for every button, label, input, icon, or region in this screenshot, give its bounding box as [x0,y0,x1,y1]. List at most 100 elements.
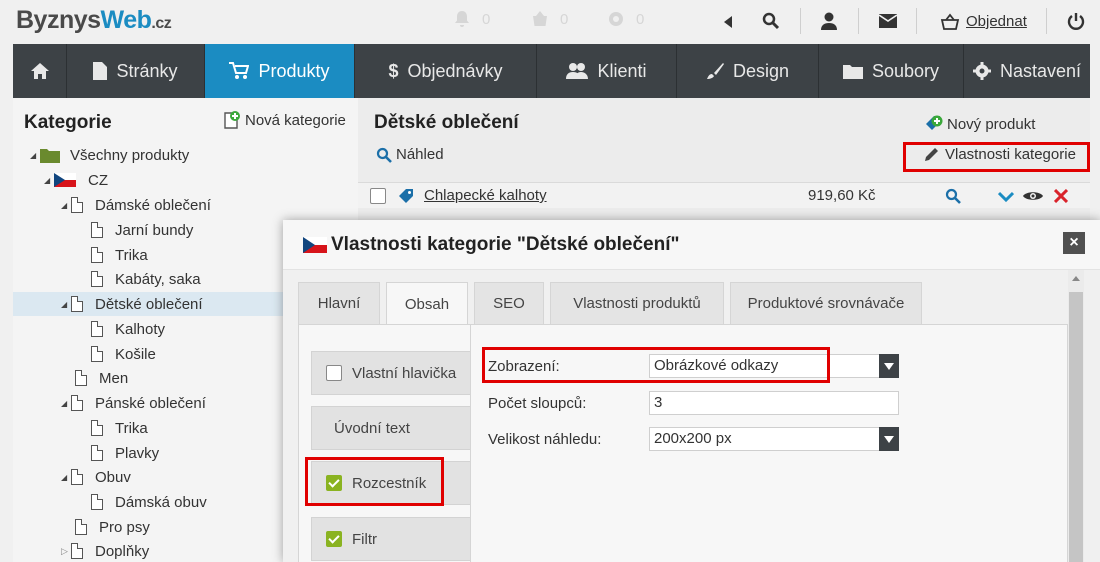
collapse-icon[interactable]: ◢ [61,201,71,210]
thumbnail-size-select[interactable]: 200x200 px [649,427,899,451]
row-checkbox[interactable] [370,188,386,204]
basket-icon [533,11,547,26]
tree-item-label: Kalhoty [115,320,166,338]
section-signpost[interactable]: Rozcestník [311,461,471,505]
tree-item-label: Pánské oblečení [95,394,206,412]
new-product-label: Nový produkt [947,115,1036,133]
users-icon [566,63,589,79]
tree-item-label: Dámské oblečení [95,196,211,214]
section-filter[interactable]: Filtr [311,517,471,561]
gear-icon [972,62,991,80]
collapse-icon[interactable]: ◢ [61,399,71,408]
category-properties-button[interactable]: Vlastnosti kategorie [923,146,1076,163]
section-checkbox[interactable] [326,475,342,491]
nav-orders-label: Objednávky [407,60,503,81]
collapse-icon[interactable]: ◢ [30,151,40,160]
section-checkbox[interactable] [326,531,342,547]
tab-price-comparators[interactable]: Produktové srovnávače [730,282,922,324]
dialog-tabs: Hlavní Obsah SEO Vlastnosti produktů Pro… [298,282,922,325]
collapse-icon[interactable]: ◢ [44,176,54,185]
display-select[interactable]: Obrázkové odkazy [649,354,899,378]
eye-icon[interactable] [1023,190,1043,202]
new-product-button[interactable]: Nový produkt [924,114,1035,134]
table-row[interactable]: Chlapecké kalhoty 919,60 Kč [358,182,1090,208]
tree-item-womens-clothing[interactable]: ◢ Dámské oblečení [13,193,358,217]
page-icon [75,370,87,386]
order-link[interactable]: Objednat [966,13,1027,30]
nav-design[interactable]: Design [677,44,819,98]
section-checkbox[interactable] [326,365,342,381]
chevron-down-icon[interactable] [998,191,1014,203]
dollar-icon: $ [388,60,399,81]
page-icon [91,346,103,362]
nav-settings[interactable]: Nastavení [964,44,1090,98]
display-value: Obrázkové odkazy [654,357,779,374]
section-intro-text[interactable]: Úvodní text [311,406,471,450]
columns-label: Počet sloupců: [488,395,587,412]
thumbnail-size-label: Velikost náhledu: [488,431,602,448]
nav-files[interactable]: Soubory [819,44,964,98]
product-price: 919,60 Kč [808,187,876,204]
search-icon [376,147,392,163]
nav-orders[interactable]: $ Objednávky [355,44,537,98]
nav-home[interactable] [13,44,67,98]
new-category-label: Nová kategorie [245,111,346,129]
caret-left-icon[interactable] [722,15,734,29]
tab-seo[interactable]: SEO [474,282,544,324]
delete-icon[interactable] [1054,189,1068,203]
notifications-indicator: 0 [452,9,490,29]
tab-product-properties[interactable]: Vlastnosti produktů [550,282,724,324]
display-label: Zobrazení: [488,358,560,375]
tree-item-label: Košile [115,345,156,363]
chevron-down-icon [879,354,899,378]
nav-clients[interactable]: Klienti [537,44,677,98]
columns-input[interactable]: 3 [649,391,899,415]
product-link[interactable]: Chlapecké kalhoty [424,187,547,204]
folder-icon [40,149,60,163]
preview-link[interactable]: Náhled [376,146,444,163]
scroll-up-icon[interactable] [1072,276,1080,281]
tree-item-label: CZ [88,171,108,189]
page-icon [91,271,103,287]
new-category-button[interactable]: Nová kategorie [223,111,346,129]
tree-item-label: Doplňky [95,542,150,560]
tree-item-label: Plavky [115,444,160,462]
page-icon [91,222,103,238]
nav-pages[interactable]: Stránky [67,44,205,98]
close-button[interactable]: × [1063,232,1085,254]
basket-icon[interactable] [940,13,960,31]
section-custom-header[interactable]: Vlastní hlavička [311,351,471,395]
tab-label: Produktové srovnávače [747,295,905,312]
brush-icon [706,63,724,79]
logo-part-web: Web [100,6,152,34]
tab-main[interactable]: Hlavní [298,282,380,324]
dialog-scrollbar[interactable] [1068,270,1084,562]
tree-item-label: Dámská obuv [115,493,207,511]
envelope-icon[interactable] [879,14,897,28]
new-tag-icon [926,115,943,130]
expand-icon[interactable]: ▷ [61,546,71,557]
new-page-icon [224,111,240,129]
tree-item-cz[interactable]: ◢ CZ [13,168,358,192]
category-title: Dětské oblečení [374,112,519,133]
search-icon[interactable] [762,12,780,30]
section-label: Úvodní text [334,419,410,437]
tree-item-all-products[interactable]: ◢ Všechny produkty [13,143,358,167]
dialog-body: Hlavní Obsah SEO Vlastnosti produktů Pro… [283,270,1100,562]
tab-content[interactable]: Obsah [386,282,468,325]
top-bar: ByznysWeb.cz 0 0 0 Objednat [0,0,1100,44]
search-icon[interactable] [945,188,961,204]
collapse-icon[interactable]: ◢ [61,300,71,309]
user-icon[interactable] [820,12,838,30]
collapse-icon[interactable]: ◢ [61,473,71,482]
nav-products[interactable]: Produkty [205,44,355,98]
chevron-down-icon [879,427,899,451]
tab-label: Obsah [404,295,450,313]
page-icon [71,296,83,312]
scrollbar-thumb[interactable] [1069,292,1083,562]
page-icon [71,197,83,213]
power-icon[interactable] [1067,12,1085,30]
logo[interactable]: ByznysWeb.cz [16,6,172,35]
cart-icon [229,62,250,79]
nav-design-label: Design [732,60,790,81]
